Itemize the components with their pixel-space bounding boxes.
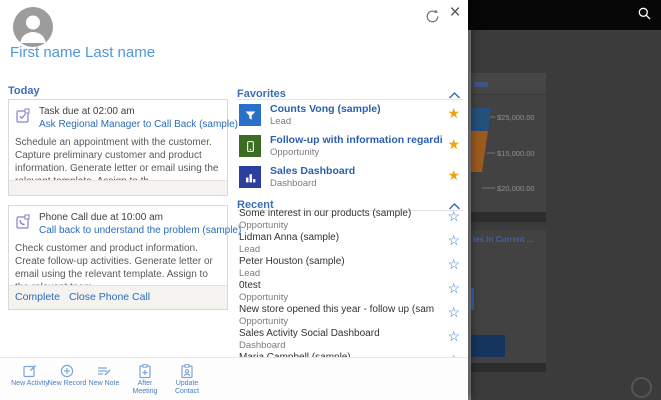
recent-item[interactable]: Peter Houston (sample) Lead ☆ — [237, 256, 463, 280]
today-section-label: Today — [8, 85, 40, 97]
background-card-header — [471, 73, 546, 95]
update-contact-icon — [167, 363, 207, 380]
complete-button[interactable]: Complete — [15, 291, 60, 303]
action-label: After Meeting — [125, 380, 165, 396]
favorite-item[interactable]: Sales Dashboard Dashboard ★ — [237, 165, 463, 193]
favorites-label: Favorites — [237, 88, 286, 100]
favorite-subtitle: Dashboard — [270, 178, 316, 189]
recent-title[interactable]: New store opened this year - follow up (… — [239, 304, 434, 315]
recent-item[interactable]: New store opened this year - follow up (… — [237, 304, 463, 328]
recent-subtitle: Opportunity — [239, 220, 288, 231]
favorite-item[interactable]: Counts Vong (sample) Lead ★ — [237, 103, 463, 131]
star-filled-icon[interactable]: ★ — [447, 167, 460, 183]
recent-item[interactable]: 0test Opportunity ☆ — [237, 280, 463, 304]
star-outline-icon[interactable]: ☆ — [447, 304, 460, 320]
dimmed-card-title-fragment — [474, 82, 488, 87]
favorite-subtitle: Opportunity — [270, 147, 319, 158]
new-activity-button[interactable]: New Activity — [10, 363, 50, 388]
task-card-footer — [9, 180, 227, 195]
after-meeting-button[interactable]: After Meeting — [125, 363, 165, 396]
chat-bubble-button[interactable] — [631, 377, 652, 398]
recent-subtitle: Lead — [239, 244, 260, 255]
close-phone-call-button[interactable]: Close Phone Call — [69, 291, 150, 303]
task-icon — [15, 108, 31, 129]
opportunity-icon — [239, 135, 261, 157]
recent-item[interactable]: Some interest in our products (sample) O… — [237, 208, 463, 232]
screen: $25,000.00 $15,000.00 $20,000.00 ies in … — [0, 0, 661, 400]
funnel-value-label: $20,000.00 — [497, 184, 535, 193]
phone-call-card-footer: Complete Close Phone Call — [9, 285, 227, 309]
profile-flyout-panel: × First name Last name Today Task due at… — [0, 0, 468, 400]
star-outline-icon[interactable]: ☆ — [447, 256, 460, 272]
new-note-icon — [84, 363, 124, 380]
recent-subtitle: Opportunity — [239, 292, 288, 303]
task-due-text: Task due at 02:00 am — [39, 106, 135, 117]
after-meeting-icon — [125, 363, 165, 380]
star-filled-icon[interactable]: ★ — [447, 136, 460, 152]
star-outline-icon[interactable]: ☆ — [447, 232, 460, 248]
update-contact-button[interactable]: Update Contact — [167, 363, 207, 396]
new-activity-icon — [10, 363, 50, 380]
star-outline-icon[interactable]: ☆ — [447, 280, 460, 296]
recent-title[interactable]: Sales Activity Social Dashboard — [239, 328, 434, 339]
task-card[interactable]: Task due at 02:00 am Ask Regional Manage… — [8, 99, 228, 196]
avatar[interactable] — [13, 7, 53, 47]
recent-item[interactable]: Lidman Anna (sample) Lead ☆ — [237, 232, 463, 256]
funnel-value-label: $25,000.00 — [497, 113, 535, 122]
background-card-footer — [471, 363, 546, 372]
task-link[interactable]: Ask Regional Manager to Call Back (sampl… — [39, 119, 238, 130]
background-bar-chart-card: ies in Current ... — [471, 230, 546, 363]
background-bar-large — [471, 335, 505, 357]
star-filled-icon[interactable]: ★ — [447, 105, 460, 121]
recent-title[interactable]: 0test — [239, 280, 434, 291]
action-label: New Record — [47, 380, 87, 388]
favorite-subtitle: Lead — [270, 116, 291, 127]
new-record-icon — [47, 363, 87, 380]
quick-actions-bar: New Activity New Record New Note After M… — [0, 357, 468, 400]
favorite-title[interactable]: Follow-up with information regarding our… — [270, 134, 442, 146]
recent-subtitle: Dashboard — [239, 340, 285, 351]
page-title: First name Last name — [10, 44, 155, 61]
phone-call-due-text: Phone Call due at 10:00 am — [39, 212, 163, 223]
recent-title[interactable]: Peter Houston (sample) — [239, 256, 434, 267]
star-outline-icon[interactable]: ☆ — [447, 208, 460, 224]
recent-subtitle: Opportunity — [239, 316, 288, 327]
favorites-recent-column: Favorites Counts Vong (sample) Lead ★ Fo… — [237, 0, 463, 400]
action-label: New Activity — [10, 380, 50, 388]
recent-title[interactable]: Some interest in our products (sample) — [239, 208, 434, 219]
search-icon[interactable] — [637, 6, 652, 26]
favorite-item[interactable]: Follow-up with information regarding our… — [237, 134, 463, 162]
phone-call-card[interactable]: Phone Call due at 10:00 am Call back to … — [8, 205, 228, 310]
background-card-title: ies in Current ... — [471, 230, 546, 250]
background-card-footer — [471, 212, 546, 222]
phone-call-icon — [15, 214, 31, 235]
action-label: New Note — [84, 380, 124, 388]
favorites-section-header: Favorites — [237, 84, 463, 100]
favorite-title[interactable]: Counts Vong (sample) — [270, 103, 442, 115]
action-label: Update Contact — [167, 380, 207, 396]
background-bar-small — [471, 288, 474, 310]
new-record-button[interactable]: New Record — [47, 363, 87, 388]
funnel-value-label: $15,000.00 — [497, 149, 535, 158]
new-note-button[interactable]: New Note — [84, 363, 124, 388]
star-outline-icon[interactable]: ☆ — [447, 328, 460, 344]
recent-subtitle: Lead — [239, 268, 260, 279]
recent-title[interactable]: Lidman Anna (sample) — [239, 232, 434, 243]
sales-pipeline-funnel: $25,000.00 $15,000.00 $20,000.00 — [471, 100, 546, 205]
lead-icon — [239, 104, 261, 126]
phone-call-link[interactable]: Call back to understand the problem (sam… — [39, 225, 241, 236]
dashboard-icon — [239, 166, 261, 188]
recent-item[interactable]: Sales Activity Social Dashboard Dashboar… — [237, 328, 463, 352]
background-funnel-card: $25,000.00 $15,000.00 $20,000.00 — [471, 73, 546, 212]
favorite-title[interactable]: Sales Dashboard — [270, 165, 442, 177]
